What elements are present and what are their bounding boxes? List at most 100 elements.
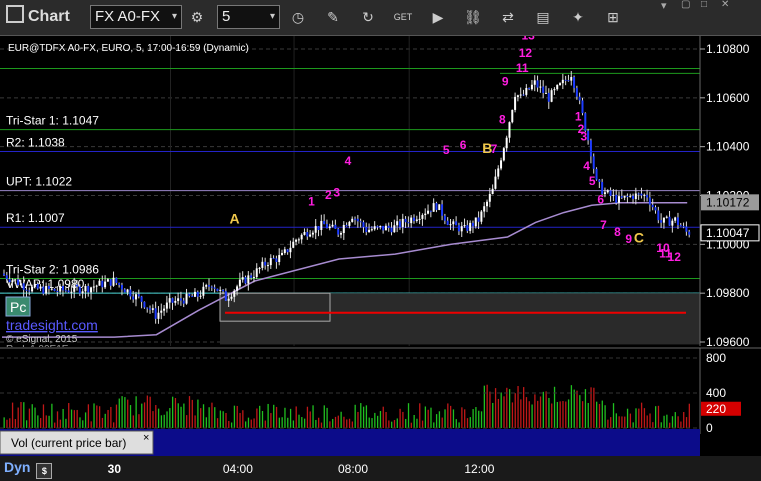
- candle-body: [39, 286, 42, 289]
- volume-bar: [273, 404, 275, 428]
- volume-bar: [31, 404, 33, 428]
- volume-bar: [362, 406, 365, 428]
- candle-body: [665, 216, 668, 218]
- count-label: 4: [583, 159, 590, 173]
- minimize-icon[interactable]: ▾: [661, 0, 667, 12]
- connect-icon[interactable]: ⇄: [497, 6, 519, 28]
- candle-body: [255, 268, 258, 277]
- refresh-icon[interactable]: ↻: [357, 6, 379, 28]
- candle-body: [50, 288, 53, 290]
- volume-bar: [183, 403, 185, 428]
- volume-bar: [337, 415, 339, 428]
- candle-body: [671, 220, 674, 226]
- twitter-icon[interactable]: ✦: [567, 6, 589, 28]
- candle-body: [17, 279, 20, 286]
- candle-body: [573, 76, 576, 89]
- candle-body: [342, 224, 345, 234]
- candle-body: [143, 301, 146, 308]
- clock-icon[interactable]: ◷: [287, 6, 309, 28]
- volume-bar: [48, 415, 50, 428]
- candle-body: [337, 228, 340, 235]
- settings-icon[interactable]: ⚙: [186, 6, 208, 28]
- candle-body: [617, 196, 620, 203]
- close-icon[interactable]: ✕: [721, 0, 729, 10]
- play-icon[interactable]: ▶: [427, 6, 449, 28]
- candle-body: [368, 229, 371, 233]
- chevron-down-icon[interactable]: ▾: [172, 6, 177, 28]
- candle-body: [483, 206, 486, 212]
- candle-body: [281, 252, 284, 256]
- volume-bar: [649, 413, 651, 428]
- volume-bar: [657, 405, 660, 428]
- candle-body: [233, 290, 236, 297]
- draw-pencil-icon[interactable]: ✎: [322, 6, 344, 28]
- volume-bar: [208, 407, 210, 428]
- volume-bar: [632, 422, 634, 428]
- volume-bar: [607, 419, 609, 428]
- candle-body: [42, 286, 45, 294]
- interval-field[interactable]: 5 ▾: [217, 5, 280, 29]
- volume-bar: [472, 409, 474, 428]
- volume-bar: [289, 408, 292, 428]
- volume-bar: [135, 396, 137, 428]
- candle-body: [81, 291, 84, 294]
- candle-body: [567, 80, 570, 82]
- candle-body: [438, 204, 441, 210]
- candle-body: [151, 308, 154, 310]
- volume-bar: [416, 418, 418, 428]
- candle-body: [491, 188, 494, 195]
- volume-bar: [480, 411, 483, 428]
- candle-body: [238, 279, 241, 287]
- candle-body: [19, 283, 22, 286]
- volume-bar: [646, 415, 648, 428]
- brand-link[interactable]: tradesight.com: [6, 317, 98, 333]
- get-data-icon[interactable]: GET: [392, 6, 414, 28]
- link-window-icon[interactable]: ⊞: [602, 6, 624, 28]
- volume-bar: [281, 417, 283, 428]
- candle-body: [28, 290, 31, 292]
- chevron-down-icon[interactable]: ▾: [270, 6, 275, 28]
- candle-body: [174, 300, 177, 303]
- symbol-value: FX A0-FX: [95, 8, 161, 25]
- volume-bar: [188, 396, 191, 428]
- price-tick-label: 1.09600: [706, 335, 750, 349]
- volume-bar: [413, 414, 415, 428]
- candle-body: [592, 156, 595, 169]
- candle-body: [177, 298, 180, 301]
- candle-body: [598, 179, 601, 182]
- maximize-icon[interactable]: □: [701, 0, 707, 10]
- volume-bar: [514, 393, 516, 428]
- volume-bar: [618, 416, 620, 428]
- volume-bar: [520, 399, 522, 428]
- volume-bar: [635, 408, 637, 428]
- volume-close-icon[interactable]: ×: [143, 432, 149, 444]
- volume-bar: [267, 403, 269, 428]
- volume-bar: [492, 402, 494, 428]
- candle-body: [92, 286, 95, 288]
- volume-bar: [357, 411, 359, 428]
- volume-bar: [419, 403, 421, 428]
- candle-body: [351, 218, 354, 222]
- candle-body: [22, 283, 25, 290]
- candle-body: [469, 222, 472, 231]
- candle-body: [393, 225, 396, 233]
- volume-bar: [65, 418, 67, 428]
- candle-body: [471, 222, 474, 227]
- volume-bar: [525, 397, 528, 428]
- candle-body: [179, 298, 182, 301]
- news-icon[interactable]: ▤: [532, 6, 554, 28]
- volume-bar: [391, 421, 393, 428]
- volume-bar: [466, 418, 469, 428]
- candle-body: [160, 310, 163, 313]
- restore-icon[interactable]: ▢: [681, 0, 690, 10]
- volume-bar: [186, 415, 188, 428]
- link-icon[interactable]: ⛓: [462, 6, 484, 28]
- volume-bar: [20, 401, 22, 428]
- candle-body: [154, 308, 157, 319]
- candle-body: [258, 267, 261, 269]
- volume-bar: [528, 401, 530, 428]
- price-chart[interactable]: Tri-Star 1: 1.1047 R2: 1.1038 UPT: 1.1022 R…: [0, 36, 761, 456]
- symbol-field[interactable]: FX A0-FX ▾: [90, 5, 182, 29]
- volume-bar: [576, 390, 578, 428]
- candle-body: [303, 232, 306, 235]
